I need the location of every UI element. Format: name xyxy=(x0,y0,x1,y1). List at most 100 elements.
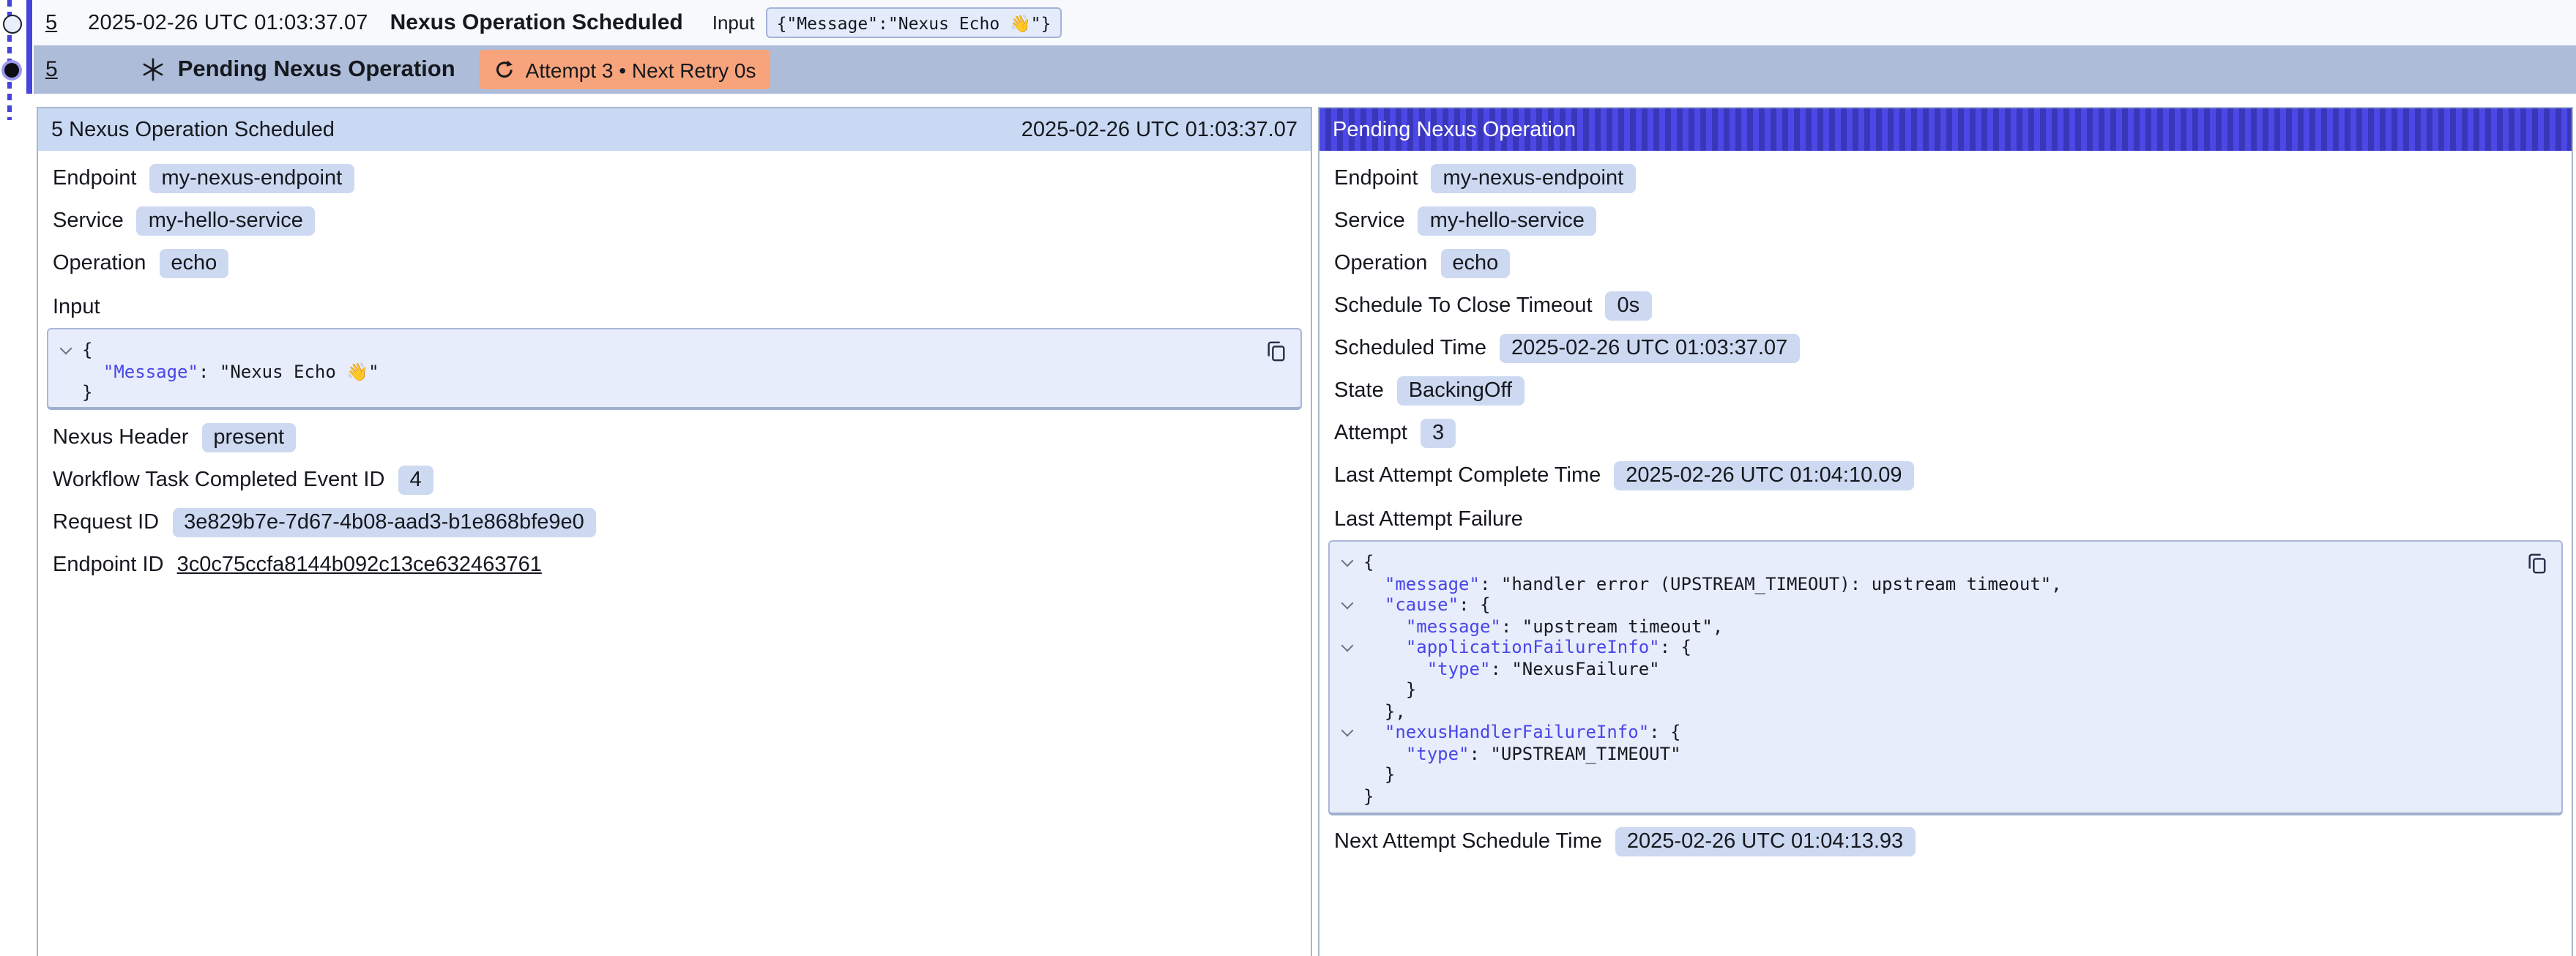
collapse-chevron-icon[interactable] xyxy=(1341,641,1355,654)
field-label: Service xyxy=(1334,209,1405,233)
code-line: "cause": { xyxy=(1339,594,2547,616)
field-row: Attempt 3 xyxy=(1334,417,2572,449)
event-history-row-scheduled[interactable]: 5 2025-02-26 UTC 01:03:37.07 Nexus Opera… xyxy=(34,0,2576,45)
field-value-badge: 2025-02-26 UTC 01:03:37.07 xyxy=(1500,334,1799,363)
field-label: Next Attempt Schedule Time xyxy=(1334,830,1602,854)
field-value-badge: 3e829b7e-7d67-4b08-aad3-b1e868bfe9e0 xyxy=(172,508,596,537)
field-row: Scheduled Time 2025-02-26 UTC 01:03:37.07 xyxy=(1334,332,2572,365)
code-line: { xyxy=(1339,552,2547,573)
field-value-link[interactable]: 3c0c75ccfa8144b092c13ce632463761 xyxy=(177,553,542,577)
code-line: "type": "NexusFailure" xyxy=(1339,658,2547,679)
collapse-chevron-icon[interactable] xyxy=(60,344,73,357)
field-value-badge: 2025-02-26 UTC 01:04:13.93 xyxy=(1615,827,1915,856)
selected-event-accent-bar xyxy=(26,0,32,94)
field-row: Endpoint my-nexus-endpoint xyxy=(1334,163,2572,195)
pending-operation-panel-header: Pending Nexus Operation xyxy=(1319,108,2572,151)
field-row: Next Attempt Schedule Time 2025-02-26 UTC… xyxy=(1334,826,2572,858)
code-line: "message": "upstream timeout", xyxy=(1339,616,2547,637)
input-json-codeblock: { "Message": "Nexus Echo 👋"} xyxy=(47,328,1302,410)
collapse-chevron-icon[interactable] xyxy=(1341,726,1355,739)
event-detail-panel-header: 5 Nexus Operation Scheduled 2025-02-26 U… xyxy=(38,108,1311,151)
code-line: "applicationFailureInfo": { xyxy=(1339,637,2547,658)
field-row: Nexus Header present xyxy=(53,422,1311,454)
field-value-badge: my-nexus-endpoint xyxy=(150,164,354,193)
code-line: "Message": "Nexus Echo 👋" xyxy=(57,361,1286,382)
event-detail-panel-body: Endpoint my-nexus-endpoint Service my-hello… xyxy=(38,151,1311,581)
field-value-badge: my-nexus-endpoint xyxy=(1432,164,1636,193)
field-value-badge: 2025-02-26 UTC 01:04:10.09 xyxy=(1614,461,1913,490)
field-label: Attempt xyxy=(1334,422,1407,445)
code-line: } xyxy=(1339,764,2547,785)
field-row: Schedule To Close Timeout 0s xyxy=(1334,290,2572,322)
field-row: Service my-hello-service xyxy=(1334,205,2572,237)
field-value-badge: 4 xyxy=(398,466,433,495)
field-value-badge: 3 xyxy=(1421,419,1456,448)
field-label: Operation xyxy=(53,252,146,275)
code-line: }, xyxy=(1339,701,2547,722)
timeline-node-pending-icon xyxy=(4,63,18,78)
field-value-badge: echo xyxy=(159,249,228,278)
event-history-row-pending[interactable]: 5 Pending Nexus Operation Attempt 3 • Ne… xyxy=(34,45,2576,94)
field-row: State BackingOff xyxy=(1334,375,2572,407)
event-id-link[interactable]: 5 xyxy=(45,11,57,34)
copy-icon[interactable] xyxy=(2526,552,2548,575)
field-label: State xyxy=(1334,379,1384,403)
pending-asterisk-icon xyxy=(141,57,166,82)
collapse-chevron-icon[interactable] xyxy=(1341,556,1355,570)
field-label: Schedule To Close Timeout xyxy=(1334,294,1593,318)
field-label: Last Attempt Complete Time xyxy=(1334,464,1601,488)
retry-badge-text: Attempt 3 • Next Retry 0s xyxy=(526,58,756,81)
code-line: } xyxy=(1339,785,2547,807)
pending-row-title: Pending Nexus Operation xyxy=(178,56,455,83)
field-row: Service my-hello-service xyxy=(53,205,1311,237)
field-row: Operation echo xyxy=(53,247,1311,280)
pending-operation-panel-title: Pending Nexus Operation xyxy=(1333,118,1576,141)
field-label: Workflow Task Completed Event ID xyxy=(53,468,384,492)
app-root: 5 2025-02-26 UTC 01:03:37.07 Nexus Opera… xyxy=(0,0,2576,956)
field-label: Endpoint xyxy=(1334,167,1418,190)
event-detail-panel-timestamp: 2025-02-26 UTC 01:03:37.07 xyxy=(1021,118,1298,141)
failure-section-label: Last Attempt Failure xyxy=(1334,505,2572,534)
event-timeline-gutter xyxy=(0,0,34,132)
field-label: Endpoint xyxy=(53,167,137,190)
event-detail-panel-title: 5 Nexus Operation Scheduled xyxy=(51,118,335,141)
code-line: "nexusHandlerFailureInfo": { xyxy=(1339,722,2547,743)
field-value-badge: my-hello-service xyxy=(137,206,315,236)
event-input-preview: {"Message":"Nexus Echo 👋"} xyxy=(767,7,1062,38)
field-label: Request ID xyxy=(53,511,159,534)
code-line: { xyxy=(57,340,1286,361)
field-row: Endpoint my-nexus-endpoint xyxy=(53,163,1311,195)
field-row: Operation echo xyxy=(1334,247,2572,280)
retry-attempt-badge: Attempt 3 • Next Retry 0s xyxy=(479,50,771,89)
retry-icon xyxy=(494,59,515,81)
field-label: Operation xyxy=(1334,252,1427,275)
event-input-label: Input xyxy=(712,12,755,34)
field-row: Request ID 3e829b7e-7d67-4b08-aad3-b1e868… xyxy=(53,507,1311,539)
pending-operation-panel-body: Endpoint my-nexus-endpoint Service my-hello… xyxy=(1319,151,2572,858)
collapse-chevron-icon[interactable] xyxy=(1341,599,1355,612)
field-value-badge: BackingOff xyxy=(1397,376,1524,406)
event-timestamp: 2025-02-26 UTC 01:03:37.07 xyxy=(88,11,368,34)
copy-icon[interactable] xyxy=(1265,340,1287,363)
field-row: Last Attempt Complete Time 2025-02-26 UTC… xyxy=(1334,460,2572,492)
field-label: Service xyxy=(53,209,124,233)
field-value-badge: 0s xyxy=(1606,291,1652,321)
input-section-label: Input xyxy=(53,293,1311,322)
event-title: Nexus Operation Scheduled xyxy=(390,10,683,35)
field-value-badge: my-hello-service xyxy=(1418,206,1596,236)
field-label: Nexus Header xyxy=(53,426,188,449)
pending-operation-panel: Pending Nexus Operation Endpoint my-nexus… xyxy=(1318,107,2573,956)
code-line: "message": "handler error (UPSTREAM_TIME… xyxy=(1339,573,2547,594)
code-line: "type": "UPSTREAM_TIMEOUT" xyxy=(1339,743,2547,764)
field-value-badge: echo xyxy=(1440,249,1510,278)
code-line: } xyxy=(1339,679,2547,701)
failure-json-codeblock: { "message": "handler error (UPSTREAM_TI… xyxy=(1328,540,2563,815)
pending-event-id-link[interactable]: 5 xyxy=(45,57,58,82)
field-row: Workflow Task Completed Event ID 4 xyxy=(53,464,1311,496)
event-detail-panel: 5 Nexus Operation Scheduled 2025-02-26 U… xyxy=(37,107,1312,956)
field-value-badge: present xyxy=(201,423,296,452)
timeline-node-scheduled-icon xyxy=(2,15,21,34)
code-line: } xyxy=(57,382,1286,403)
field-row: Endpoint ID3c0c75ccfa8144b092c13ce632463… xyxy=(53,549,1311,581)
field-label: Scheduled Time xyxy=(1334,337,1486,360)
